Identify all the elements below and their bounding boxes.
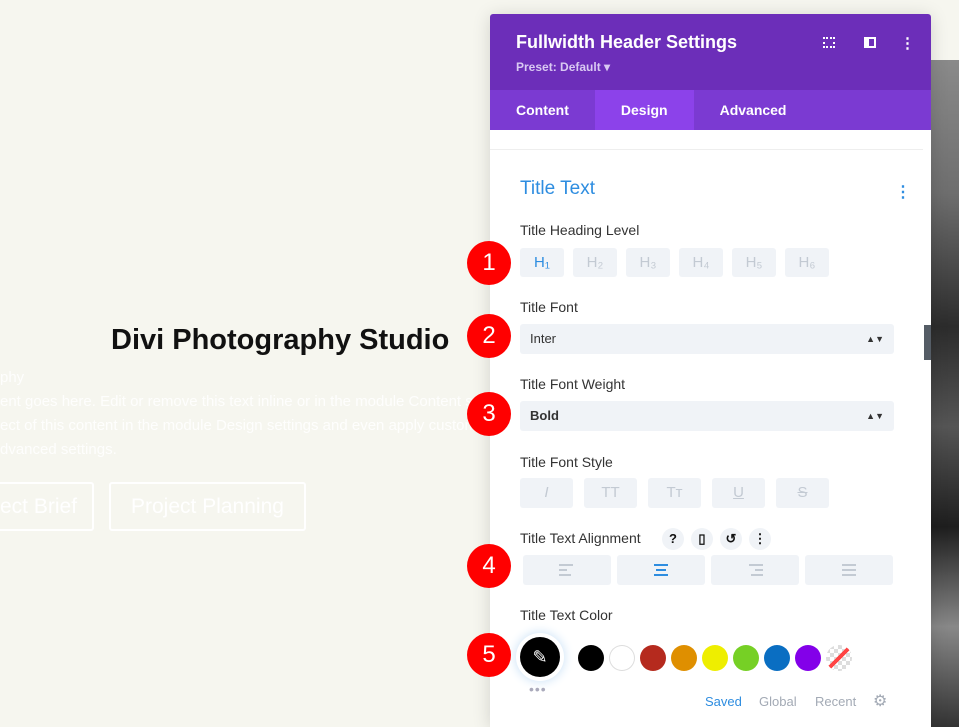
italic-button[interactable]: I	[520, 478, 573, 508]
scrollbar[interactable]	[924, 325, 931, 360]
color-swatch[interactable]	[795, 645, 821, 671]
underline-button[interactable]: U	[712, 478, 765, 508]
font-label: Title Font	[520, 299, 578, 315]
smallcaps-button[interactable]: Tт	[648, 478, 701, 508]
color-swatch[interactable]	[578, 645, 604, 671]
color-tab-recent[interactable]: Recent	[815, 694, 856, 709]
eyedropper-color-picker[interactable]: ✎	[520, 637, 560, 677]
reset-icon[interactable]: ↺	[720, 528, 742, 550]
fullscreen-icon[interactable]	[823, 37, 835, 48]
alignment-options	[523, 555, 899, 585]
tab-advanced[interactable]: Advanced	[694, 90, 813, 130]
hero-body-line: dvanced settings.	[0, 441, 117, 458]
settings-panel: Fullwidth Header Settings Preset: Defaul…	[490, 14, 931, 727]
color-swatches	[578, 645, 857, 671]
font-weight-value: Bold	[530, 408, 559, 423]
align-right-button[interactable]	[711, 555, 799, 585]
font-style-options: I TT Tт U S	[520, 478, 840, 508]
background-photo	[931, 60, 959, 727]
font-weight-label: Title Font Weight	[520, 376, 626, 392]
font-weight-select[interactable]: Bold ▲▼	[520, 401, 894, 431]
preset-dropdown[interactable]: Preset: Default ▾	[516, 60, 610, 74]
project-brief-button[interactable]: ect Brief	[0, 482, 94, 531]
color-swatch[interactable]	[702, 645, 728, 671]
alignment-label: Title Text Alignment	[520, 530, 641, 546]
alignment-tools: ? ▯ ↺ ⋮	[662, 528, 771, 550]
project-planning-button[interactable]: Project Planning	[109, 482, 306, 531]
strikethrough-button[interactable]: S	[776, 478, 829, 508]
select-arrows-icon: ▲▼	[866, 334, 884, 344]
more-options-icon[interactable]: ⋮	[749, 528, 771, 550]
color-swatch[interactable]	[671, 645, 697, 671]
hero-body-line: ent goes here. Edit or remove this text …	[0, 393, 482, 410]
responsive-phone-icon[interactable]: ▯	[691, 528, 713, 550]
select-arrows-icon: ▲▼	[866, 411, 884, 421]
split-view-icon[interactable]	[864, 37, 876, 48]
tab-content[interactable]: Content	[490, 90, 595, 130]
heading-h2-button[interactable]: H₂	[573, 248, 617, 277]
step-badge: 5	[467, 633, 511, 677]
tab-bar: Content Design Advanced	[490, 90, 931, 130]
font-style-label: Title Font Style	[520, 454, 613, 470]
panel-header: Fullwidth Header Settings Preset: Defaul…	[490, 14, 931, 90]
heading-h6-button[interactable]: H₆	[785, 248, 829, 277]
align-center-button[interactable]	[617, 555, 705, 585]
heading-h5-button[interactable]: H₅	[732, 248, 776, 277]
align-justify-button[interactable]	[805, 555, 893, 585]
font-select[interactable]: Inter ▲▼	[520, 324, 894, 354]
color-swatch[interactable]	[640, 645, 666, 671]
hero-body-line: ect of this content in the module Design…	[0, 417, 477, 434]
step-badge: 2	[467, 314, 511, 358]
heading-h3-button[interactable]: H₃	[626, 248, 670, 277]
eyedropper-icon: ✎	[532, 647, 548, 667]
section-title[interactable]: Title Text	[520, 178, 595, 200]
gear-icon[interactable]: ⚙	[873, 691, 887, 711]
color-tab-saved[interactable]: Saved	[705, 694, 742, 709]
more-icon[interactable]: ⋮	[900, 34, 915, 52]
step-badge: 1	[467, 241, 511, 285]
step-badge: 4	[467, 544, 511, 588]
align-left-button[interactable]	[523, 555, 611, 585]
hero-subtitle: phy	[0, 369, 25, 386]
color-swatch[interactable]	[733, 645, 759, 671]
font-value: Inter	[530, 331, 557, 346]
color-tab-global[interactable]: Global	[759, 694, 797, 709]
color-swatch[interactable]	[826, 645, 852, 671]
uppercase-button[interactable]: TT	[584, 478, 637, 508]
heading-h4-button[interactable]: H₄	[679, 248, 723, 277]
tab-design[interactable]: Design	[594, 90, 694, 130]
help-icon[interactable]: ?	[662, 528, 684, 550]
divider	[490, 149, 923, 150]
heading-h1-button[interactable]: H₁	[520, 248, 564, 277]
section-more-icon[interactable]: ⋮	[895, 182, 911, 202]
heading-level-options: H₁ H₂ H₃ H₄ H₅ H₆	[520, 248, 829, 277]
panel-title: Fullwidth Header Settings	[516, 32, 738, 52]
color-swatch[interactable]	[609, 645, 635, 671]
hero-title: Divi Photography Studio	[111, 324, 450, 356]
color-label: Title Text Color	[520, 607, 613, 623]
more-colors-icon[interactable]: •••	[529, 681, 547, 697]
step-badge: 3	[467, 392, 511, 436]
heading-level-label: Title Heading Level	[520, 222, 640, 238]
color-swatch[interactable]	[764, 645, 790, 671]
